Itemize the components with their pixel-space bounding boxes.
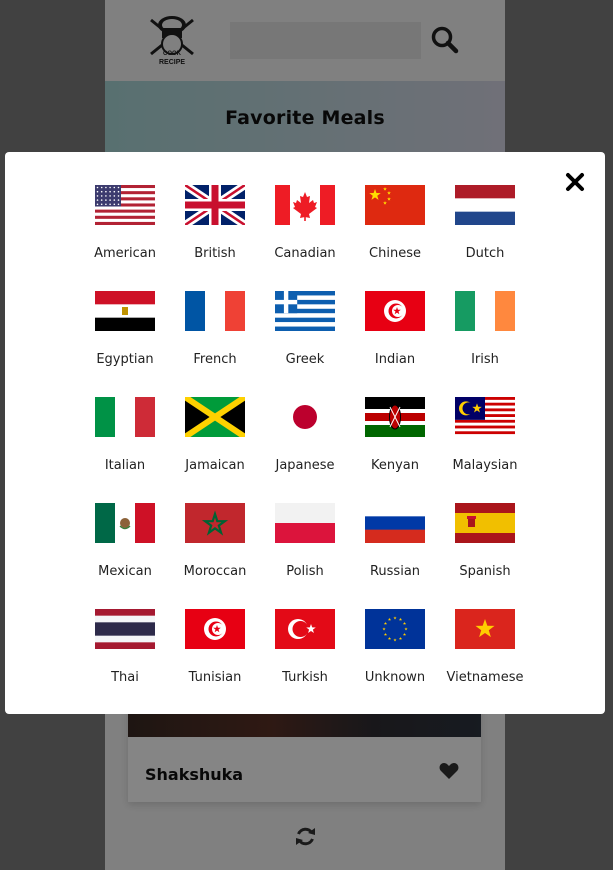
flag-kenyan-icon[interactable] bbox=[365, 397, 425, 437]
flag-egyptian-icon[interactable] bbox=[95, 291, 155, 331]
flag-japanese-icon[interactable] bbox=[275, 397, 335, 437]
flag-jamaican-icon[interactable] bbox=[185, 397, 245, 437]
area-item[interactable]: Mexican bbox=[80, 503, 170, 609]
flag-spanish-icon[interactable] bbox=[455, 503, 515, 543]
flag-greek-icon[interactable] bbox=[275, 291, 335, 331]
area-label: Turkish bbox=[282, 670, 328, 685]
flag-mexican-icon[interactable] bbox=[95, 503, 155, 543]
flag-chinese-icon[interactable] bbox=[365, 185, 425, 225]
area-label: Spanish bbox=[459, 564, 511, 579]
area-item[interactable]: British bbox=[170, 185, 260, 291]
flag-moroccan-icon[interactable] bbox=[185, 503, 245, 543]
area-item[interactable]: Japanese bbox=[260, 397, 350, 503]
area-item[interactable]: Tunisian bbox=[170, 609, 260, 715]
area-item[interactable]: Dutch bbox=[440, 185, 530, 291]
flag-tunisian-icon[interactable] bbox=[185, 609, 245, 649]
area-item[interactable]: Malaysian bbox=[440, 397, 530, 503]
area-label: Thai bbox=[111, 670, 139, 685]
area-item[interactable]: Irish bbox=[440, 291, 530, 397]
area-item[interactable]: Turkish bbox=[260, 609, 350, 715]
area-label: Japanese bbox=[275, 458, 335, 473]
flag-vietnamese-icon[interactable] bbox=[455, 609, 515, 649]
area-item[interactable]: Vietnamese bbox=[440, 609, 530, 715]
area-item[interactable]: Moroccan bbox=[170, 503, 260, 609]
area-label: Vietnamese bbox=[446, 670, 524, 685]
area-label: Unknown bbox=[364, 670, 426, 685]
area-label: Polish bbox=[286, 564, 324, 579]
area-item[interactable]: American bbox=[80, 185, 170, 291]
area-select-modal: American British Canadian Chinese Dutch Egy… bbox=[5, 152, 605, 714]
flag-italian-icon[interactable] bbox=[95, 397, 155, 437]
area-label: Tunisian bbox=[188, 670, 242, 685]
close-icon[interactable] bbox=[565, 172, 585, 192]
area-label: Dutch bbox=[465, 246, 505, 261]
area-label: Chinese bbox=[369, 246, 421, 261]
area-item[interactable]: Polish bbox=[260, 503, 350, 609]
area-label: Kenyan bbox=[370, 458, 419, 473]
area-label: American bbox=[94, 246, 156, 261]
area-item[interactable]: Canadian bbox=[260, 185, 350, 291]
flag-turkish-icon[interactable] bbox=[275, 609, 335, 649]
area-grid: American British Canadian Chinese Dutch Egy… bbox=[80, 185, 530, 715]
area-item[interactable]: Egyptian bbox=[80, 291, 170, 397]
area-item[interactable]: Thai bbox=[80, 609, 170, 715]
flag-british-icon[interactable] bbox=[185, 185, 245, 225]
flag-russian-icon[interactable] bbox=[365, 503, 425, 543]
area-label: French bbox=[193, 352, 237, 367]
flag-canadian-icon[interactable] bbox=[275, 185, 335, 225]
flag-malaysian-icon[interactable] bbox=[455, 397, 515, 437]
area-item[interactable]: Greek bbox=[260, 291, 350, 397]
area-label: Mexican bbox=[98, 564, 152, 579]
area-item[interactable]: Spanish bbox=[440, 503, 530, 609]
area-label: Russian bbox=[369, 564, 421, 579]
area-label: Greek bbox=[285, 352, 325, 367]
flag-unknown-icon[interactable] bbox=[365, 609, 425, 649]
area-item[interactable]: Russian bbox=[350, 503, 440, 609]
flag-american-icon[interactable] bbox=[95, 185, 155, 225]
area-label: Italian bbox=[104, 458, 146, 473]
flag-indian-icon[interactable] bbox=[365, 291, 425, 331]
area-label: British bbox=[194, 246, 236, 261]
flag-irish-icon[interactable] bbox=[455, 291, 515, 331]
area-label: Moroccan bbox=[183, 564, 247, 579]
area-item[interactable]: Kenyan bbox=[350, 397, 440, 503]
area-label: Jamaican bbox=[185, 458, 245, 473]
area-item[interactable]: French bbox=[170, 291, 260, 397]
area-item[interactable]: Chinese bbox=[350, 185, 440, 291]
area-label: Indian bbox=[374, 352, 416, 367]
flag-thai-icon[interactable] bbox=[95, 609, 155, 649]
flag-french-icon[interactable] bbox=[185, 291, 245, 331]
area-item[interactable]: Indian bbox=[350, 291, 440, 397]
area-label: Canadian bbox=[274, 246, 336, 261]
flag-polish-icon[interactable] bbox=[275, 503, 335, 543]
flag-dutch-icon[interactable] bbox=[455, 185, 515, 225]
area-item[interactable]: Italian bbox=[80, 397, 170, 503]
area-item[interactable]: Jamaican bbox=[170, 397, 260, 503]
area-label: Malaysian bbox=[452, 458, 518, 473]
area-label: Egyptian bbox=[96, 352, 154, 367]
area-label: Irish bbox=[471, 352, 499, 367]
area-item[interactable]: Unknown bbox=[350, 609, 440, 715]
